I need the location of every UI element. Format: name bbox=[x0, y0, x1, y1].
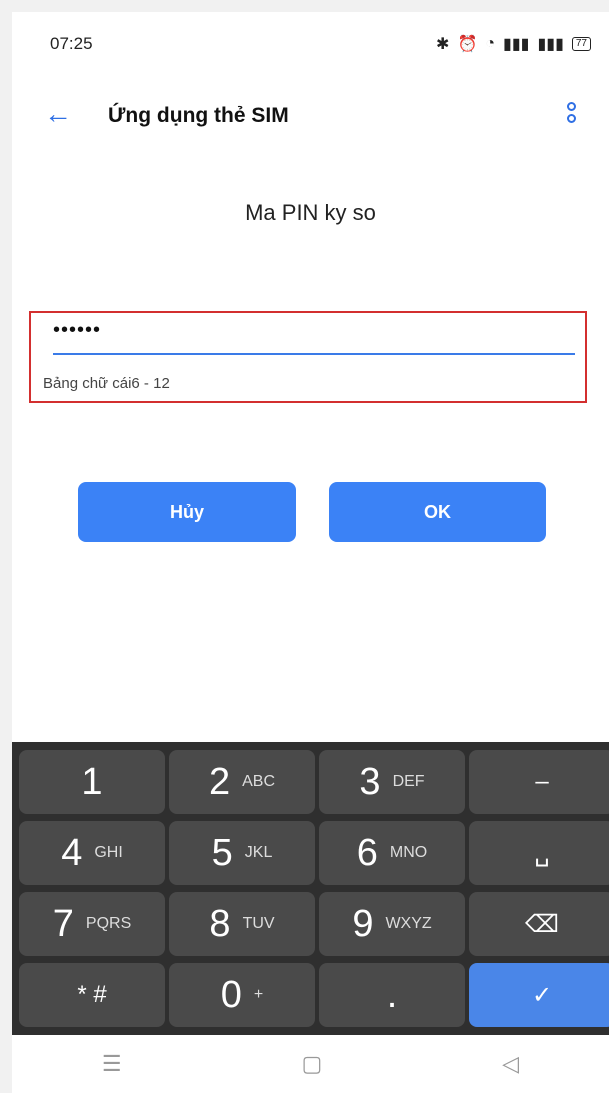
key-letters: TUV bbox=[242, 915, 275, 932]
key-letters: WXYZ bbox=[385, 915, 432, 932]
bluetooth-icon: ✱ bbox=[436, 36, 450, 53]
key-letters: MNO bbox=[389, 844, 428, 861]
back-icon[interactable]: ◁ bbox=[502, 1051, 519, 1077]
key-12[interactable]: * # bbox=[19, 963, 165, 1027]
page-title: Ứng dụng thẻ SIM bbox=[108, 104, 289, 127]
key-13[interactable]: 0 + bbox=[169, 963, 315, 1027]
cancel-button[interactable]: Hủy bbox=[78, 482, 296, 542]
key-label: 1 bbox=[81, 760, 103, 803]
key-10[interactable]: 9 WXYZ bbox=[319, 892, 465, 956]
input-underline bbox=[53, 353, 575, 355]
key-3[interactable]: – bbox=[469, 750, 609, 814]
key-label: ⌫ bbox=[525, 910, 559, 938]
menu-icon[interactable]: ☰ bbox=[102, 1051, 122, 1077]
key-label: 5 bbox=[211, 831, 233, 874]
status-time: 07:25 bbox=[50, 34, 93, 53]
signal-4g-icon: ▮▮▮ bbox=[537, 36, 564, 53]
key-label: 8 bbox=[209, 902, 231, 945]
key-4[interactable]: 4 GHI bbox=[19, 821, 165, 885]
key-label: 0 bbox=[220, 973, 242, 1016]
key-label: 2 bbox=[208, 760, 231, 803]
navigation-bar: ☰ ▢ ◁ bbox=[12, 1035, 609, 1093]
status-icons: ✱ ⏰ ◔ ▮▮▮ ▮▮▮ 77 bbox=[436, 34, 591, 54]
key-label: . bbox=[386, 973, 398, 1016]
key-0[interactable]: 1 bbox=[19, 750, 165, 814]
key-14[interactable]: . bbox=[319, 963, 465, 1027]
more-options-icon[interactable] bbox=[567, 102, 577, 126]
key-letters: JKL bbox=[244, 844, 273, 861]
key-5[interactable]: 5 JKL bbox=[169, 821, 315, 885]
numeric-keyboard: 1 2 ABC 3 DEF – 4 GHI 5 JKL 6 MNO ␣ 7 PQRS 8 TUV 9 WXYZ ⌫ * … bbox=[12, 742, 609, 1035]
key-label: ␣ bbox=[534, 839, 550, 867]
alarm-icon: ⏰ bbox=[457, 36, 478, 53]
phone-screen: 07:25 ✱ ⏰ ◔ ▮▮▮ ▮▮▮ 77 ← Ứng dụng thẻ SI… bbox=[12, 12, 609, 1093]
key-15[interactable]: ✓ bbox=[469, 963, 609, 1027]
battery-icon: 77 bbox=[571, 37, 591, 51]
ok-button[interactable]: OK bbox=[329, 482, 546, 542]
input-hint: Bảng chữ cái6 - 12 bbox=[43, 375, 170, 392]
key-label: – bbox=[535, 768, 549, 795]
key-label: 7 bbox=[52, 902, 74, 945]
key-letters: ABC bbox=[242, 773, 276, 790]
key-6[interactable]: 6 MNO bbox=[319, 821, 465, 885]
key-label: 4 bbox=[61, 831, 83, 874]
key-8[interactable]: 7 PQRS bbox=[19, 892, 165, 956]
key-1[interactable]: 2 ABC bbox=[169, 750, 315, 814]
key-label: 9 bbox=[352, 902, 374, 945]
key-9[interactable]: 8 TUV bbox=[169, 892, 315, 956]
key-label: ✓ bbox=[531, 981, 553, 1009]
key-11[interactable]: ⌫ bbox=[469, 892, 609, 956]
app-bar: ← Ứng dụng thẻ SIM bbox=[12, 88, 609, 144]
status-bar: 07:25 ✱ ⏰ ◔ ▮▮▮ ▮▮▮ 77 bbox=[12, 12, 609, 72]
wifi-icon: ◔ bbox=[485, 35, 496, 52]
key-label: 6 bbox=[356, 831, 378, 874]
home-icon[interactable]: ▢ bbox=[302, 1051, 323, 1077]
key-7[interactable]: ␣ bbox=[469, 821, 609, 885]
key-letters: PQRS bbox=[85, 915, 132, 932]
back-arrow-icon[interactable]: ← bbox=[44, 100, 74, 130]
pin-input[interactable]: •••••• bbox=[53, 319, 101, 342]
signal-3g-icon: ▮▮▮ bbox=[503, 36, 530, 53]
dialog-title: Ma PIN ky so bbox=[245, 200, 376, 225]
key-label: 3 bbox=[359, 760, 381, 803]
pin-input-container[interactable]: •••••• Bảng chữ cái6 - 12 bbox=[29, 311, 587, 403]
key-2[interactable]: 3 DEF bbox=[319, 750, 465, 814]
key-label: * # bbox=[77, 981, 107, 1008]
key-letters: GHI bbox=[94, 844, 123, 861]
key-letters: + bbox=[253, 986, 264, 1003]
key-letters: DEF bbox=[392, 773, 425, 790]
